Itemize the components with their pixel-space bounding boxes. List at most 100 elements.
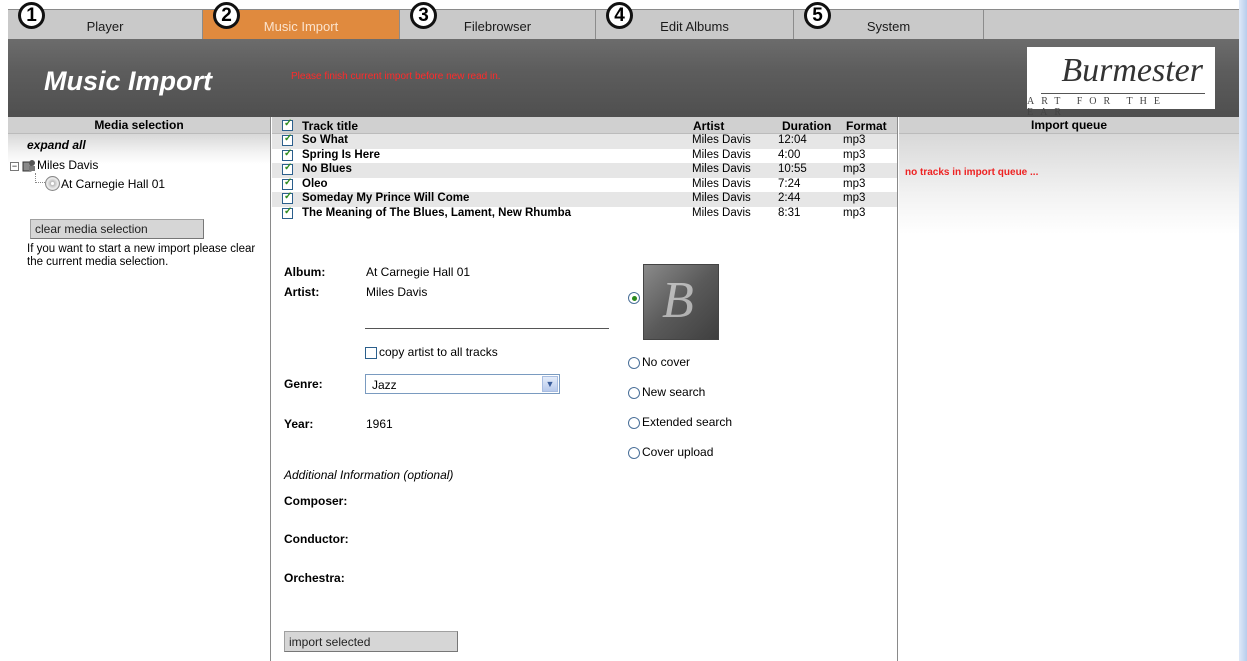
track-format: mp3 bbox=[843, 192, 866, 204]
tab-label: Player bbox=[86, 19, 124, 34]
tab-bar: 1 Player 2 Music Import 3 Filebrowser 4 … bbox=[0, 0, 1247, 41]
import-queue-heading: Import queue bbox=[899, 117, 1239, 134]
cover-monogram: B bbox=[662, 272, 694, 329]
column-duration[interactable]: Duration bbox=[782, 119, 831, 133]
cover-option-label: New search bbox=[642, 385, 706, 399]
cover-option-cover-upload[interactable]: Cover upload bbox=[628, 445, 713, 459]
column-artist[interactable]: Artist bbox=[693, 119, 724, 133]
track-row[interactable]: The Meaning of The Blues, Lament, New Rh… bbox=[272, 206, 897, 222]
track-duration: 12:04 bbox=[778, 134, 807, 146]
clear-media-selection-button[interactable]: clear media selection bbox=[30, 219, 204, 239]
genre-label: Genre: bbox=[284, 377, 323, 391]
track-checkbox[interactable] bbox=[282, 148, 293, 161]
additional-info-heading: Additional Information (optional) bbox=[284, 468, 454, 482]
chevron-down-icon[interactable]: ▼ bbox=[542, 376, 558, 392]
expand-all-link[interactable]: expand all bbox=[27, 138, 86, 152]
track-row[interactable]: Oleo Miles Davis 7:24 mp3 bbox=[272, 177, 897, 193]
track-artist: Miles Davis bbox=[692, 163, 751, 175]
track-format: mp3 bbox=[843, 206, 866, 219]
genre-select[interactable]: Jazz ▼ bbox=[365, 374, 560, 394]
radio-icon[interactable] bbox=[628, 356, 640, 369]
copy-artist-checkbox[interactable] bbox=[365, 346, 377, 359]
tab-label: Music Import bbox=[263, 19, 339, 34]
track-row[interactable]: No Blues Miles Davis 10:55 mp3 bbox=[272, 162, 897, 178]
track-row[interactable]: Someday My Prince Will Come Miles Davis … bbox=[272, 191, 897, 207]
window-scrollbar[interactable] bbox=[1239, 0, 1247, 661]
cover-current-radio[interactable] bbox=[628, 292, 640, 304]
track-format: mp3 bbox=[843, 134, 866, 146]
tree-connector bbox=[35, 173, 45, 183]
page-title: Music Import bbox=[44, 66, 213, 96]
burmester-logo: Burmester ART FOR THE EAR bbox=[1027, 47, 1215, 118]
track-title: So What bbox=[302, 134, 348, 146]
copy-artist-option[interactable]: copy artist to all tracks bbox=[365, 345, 498, 359]
track-checkbox[interactable] bbox=[282, 177, 293, 190]
track-duration: 2:44 bbox=[778, 192, 801, 204]
logo-wordmark: Burmester bbox=[1061, 52, 1203, 89]
track-checkbox[interactable] bbox=[282, 162, 293, 175]
artist-value: Miles Davis bbox=[366, 285, 428, 299]
album-cover-thumbnail: B bbox=[643, 264, 719, 340]
track-artist: Miles Davis bbox=[692, 177, 751, 190]
import-selected-button[interactable]: import selected bbox=[284, 631, 458, 652]
track-title: Spring Is Here bbox=[302, 148, 380, 161]
track-title: Oleo bbox=[302, 177, 328, 190]
track-format: mp3 bbox=[843, 163, 866, 175]
track-duration: 10:55 bbox=[778, 163, 807, 175]
track-editor-panel: Track title Artist Duration Format So Wh… bbox=[272, 117, 898, 661]
cover-option-extended-search[interactable]: Extended search bbox=[628, 415, 732, 429]
cover-option-no-cover[interactable]: No cover bbox=[628, 355, 690, 369]
collapse-toggle-icon[interactable]: − bbox=[10, 162, 19, 171]
track-format: mp3 bbox=[843, 148, 866, 161]
track-title: The Meaning of The Blues, Lament, New Rh… bbox=[302, 206, 571, 219]
copy-artist-label: copy artist to all tracks bbox=[379, 345, 498, 359]
logo-tagline: ART FOR THE EAR bbox=[1027, 96, 1167, 118]
radio-icon[interactable] bbox=[628, 446, 640, 459]
cover-option-label: No cover bbox=[642, 355, 691, 369]
album-label: Album: bbox=[284, 265, 326, 279]
track-title: Someday My Prince Will Come bbox=[302, 192, 470, 204]
artist-label: Artist: bbox=[284, 285, 320, 299]
track-duration: 7:24 bbox=[778, 177, 801, 190]
track-artist: Miles Davis bbox=[692, 134, 751, 146]
cd-disc-icon bbox=[45, 176, 60, 191]
album-value: At Carnegie Hall 01 bbox=[366, 265, 471, 279]
panel-gradient bbox=[899, 134, 1239, 234]
track-checkbox[interactable] bbox=[282, 191, 293, 204]
media-selection-panel: Media selection expand all − Miles Davis… bbox=[8, 117, 271, 661]
track-checkbox[interactable] bbox=[282, 206, 293, 219]
track-row[interactable]: Spring Is Here Miles Davis 4:00 mp3 bbox=[272, 148, 897, 164]
column-track-title[interactable]: Track title bbox=[302, 119, 358, 133]
column-format[interactable]: Format bbox=[846, 119, 887, 133]
tab-label: System bbox=[866, 19, 911, 34]
genre-selected-value: Jazz bbox=[372, 378, 397, 392]
orchestra-label: Orchestra: bbox=[284, 571, 345, 585]
tree-item-album[interactable]: At Carnegie Hall 01 bbox=[61, 177, 165, 191]
track-row[interactable]: So What Miles Davis 12:04 mp3 bbox=[272, 133, 897, 149]
track-duration: 8:31 bbox=[778, 206, 801, 219]
radio-icon[interactable] bbox=[628, 386, 640, 399]
select-all-checkbox[interactable] bbox=[282, 118, 293, 131]
tab-label: Filebrowser bbox=[463, 19, 532, 34]
tab-filebrowser[interactable]: 3 Filebrowser bbox=[400, 2, 596, 39]
track-artist: Miles Davis bbox=[692, 206, 751, 219]
radio-icon[interactable] bbox=[628, 416, 640, 429]
import-queue-empty-message: no tracks in import queue ... bbox=[905, 167, 1039, 178]
tree-item-artist[interactable]: Miles Davis bbox=[37, 158, 98, 172]
tab-system[interactable]: 5 System bbox=[794, 2, 984, 39]
track-checkbox[interactable] bbox=[282, 133, 293, 146]
import-notice: Please finish current import before new … bbox=[291, 71, 501, 82]
cover-option-new-search[interactable]: New search bbox=[628, 385, 705, 399]
import-queue-panel: Import queue no tracks in import queue .… bbox=[899, 117, 1239, 661]
tab-label: Edit Albums bbox=[660, 19, 729, 34]
track-duration: 4:00 bbox=[778, 148, 801, 161]
track-artist: Miles Davis bbox=[692, 192, 751, 204]
logo-divider bbox=[1041, 93, 1205, 94]
tab-edit-albums[interactable]: 4 Edit Albums bbox=[596, 2, 794, 39]
tab-player[interactable]: 1 Player bbox=[8, 2, 203, 39]
tab-row: 1 Player 2 Music Import 3 Filebrowser 4 … bbox=[8, 2, 1239, 39]
composer-label: Composer: bbox=[284, 494, 348, 508]
tab-music-import[interactable]: 2 Music Import bbox=[203, 2, 400, 39]
artist-input[interactable] bbox=[365, 312, 609, 329]
media-selection-heading: Media selection bbox=[8, 117, 270, 134]
